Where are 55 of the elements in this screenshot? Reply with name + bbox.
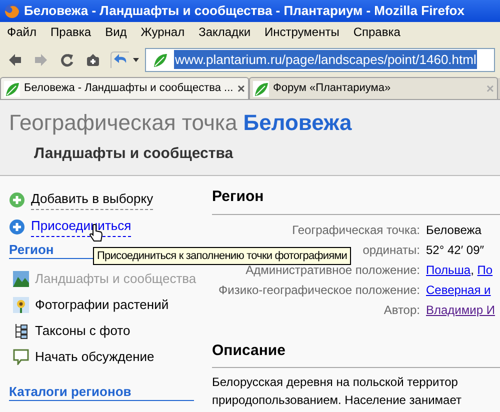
menu-item[interactable]: Журнал bbox=[140, 22, 185, 40]
leaf-icon bbox=[253, 80, 269, 96]
sidebar-item[interactable]: Начать обсуждение bbox=[35, 347, 154, 367]
link[interactable]: По bbox=[477, 260, 493, 278]
link[interactable]: Польша bbox=[426, 260, 471, 278]
menu-item[interactable]: Закладки bbox=[198, 22, 251, 40]
caret-icon bbox=[133, 58, 139, 62]
speech-bubble-icon bbox=[13, 349, 29, 365]
leaf-icon bbox=[4, 80, 20, 96]
field-label: Административное положение: bbox=[246, 262, 420, 276]
menu-item[interactable]: Справка bbox=[353, 22, 400, 40]
menu-item[interactable]: Инструменты bbox=[264, 22, 340, 40]
field-label: Автор: bbox=[384, 302, 420, 316]
plus-icon bbox=[9, 192, 25, 208]
sidebar-heading: Каталоги регионов bbox=[9, 384, 194, 401]
menu-item[interactable]: Файл bbox=[7, 22, 37, 40]
field-label: Географическая точка: bbox=[292, 222, 420, 236]
field-value: 52° 42′ 09″ bbox=[426, 242, 484, 258]
field-label: ординаты: bbox=[362, 242, 420, 256]
forward-icon bbox=[34, 52, 48, 66]
section-heading: Регион bbox=[212, 186, 500, 214]
field-label: Физико-географическое положение: bbox=[218, 282, 420, 296]
plus-icon bbox=[9, 218, 25, 234]
sidebar-item[interactable]: Фотографии растений bbox=[35, 295, 169, 315]
link[interactable]: Владимир И bbox=[426, 300, 495, 318]
description-text: природопользованием. Население занимает bbox=[212, 392, 463, 409]
tab-label: Беловежа - Ландшафты и сообщества ... bbox=[24, 81, 234, 96]
sidebar-item[interactable]: Таксоны с фото bbox=[35, 321, 130, 341]
firefox-icon bbox=[4, 3, 20, 19]
page-title-place: Беловежа bbox=[243, 109, 352, 137]
reload-icon bbox=[60, 52, 74, 66]
browser-tab[interactable]: Форум «Плантариума» × bbox=[249, 77, 498, 99]
undo-icon bbox=[109, 50, 131, 68]
page-title: Географическая точка bbox=[9, 109, 238, 137]
tab-label: Форум «Плантариума» bbox=[273, 81, 392, 96]
field-value: , bbox=[470, 262, 475, 278]
page-subtitle: Ландшафты и сообщества bbox=[33, 144, 234, 164]
tooltip: Присоединиться к заполнению точки фотографиями bbox=[93, 247, 352, 265]
section-heading: Описание bbox=[212, 340, 500, 368]
close-button[interactable]: × bbox=[237, 78, 245, 98]
browser-tab[interactable]: Беловежа - Ландшафты и сообщества ... × bbox=[0, 77, 249, 99]
window-title: Беловежа - Ландшафты и сообщества - Плантариум - Mozilla Firefox bbox=[24, 2, 464, 20]
leaf-icon bbox=[152, 52, 168, 68]
flower-photo-icon bbox=[13, 297, 29, 313]
description-text: Белорусская деревня на польской территор bbox=[212, 374, 459, 391]
sidebar-item: Ландшафты и сообщества bbox=[35, 270, 196, 288]
field-value: Беловежа bbox=[426, 222, 482, 238]
back-icon bbox=[8, 52, 22, 66]
landscape-icon bbox=[13, 271, 29, 287]
menu-item[interactable]: Правка bbox=[50, 22, 92, 40]
action-link[interactable]: Добавить в выборку bbox=[31, 189, 154, 210]
tree-list-icon bbox=[13, 323, 29, 339]
address-field[interactable]: www.plantarium.ru/page/landscapes/point/1460.html bbox=[145, 48, 495, 72]
menu-item[interactable]: Вид bbox=[105, 22, 127, 40]
link[interactable]: Северная и bbox=[426, 280, 491, 298]
